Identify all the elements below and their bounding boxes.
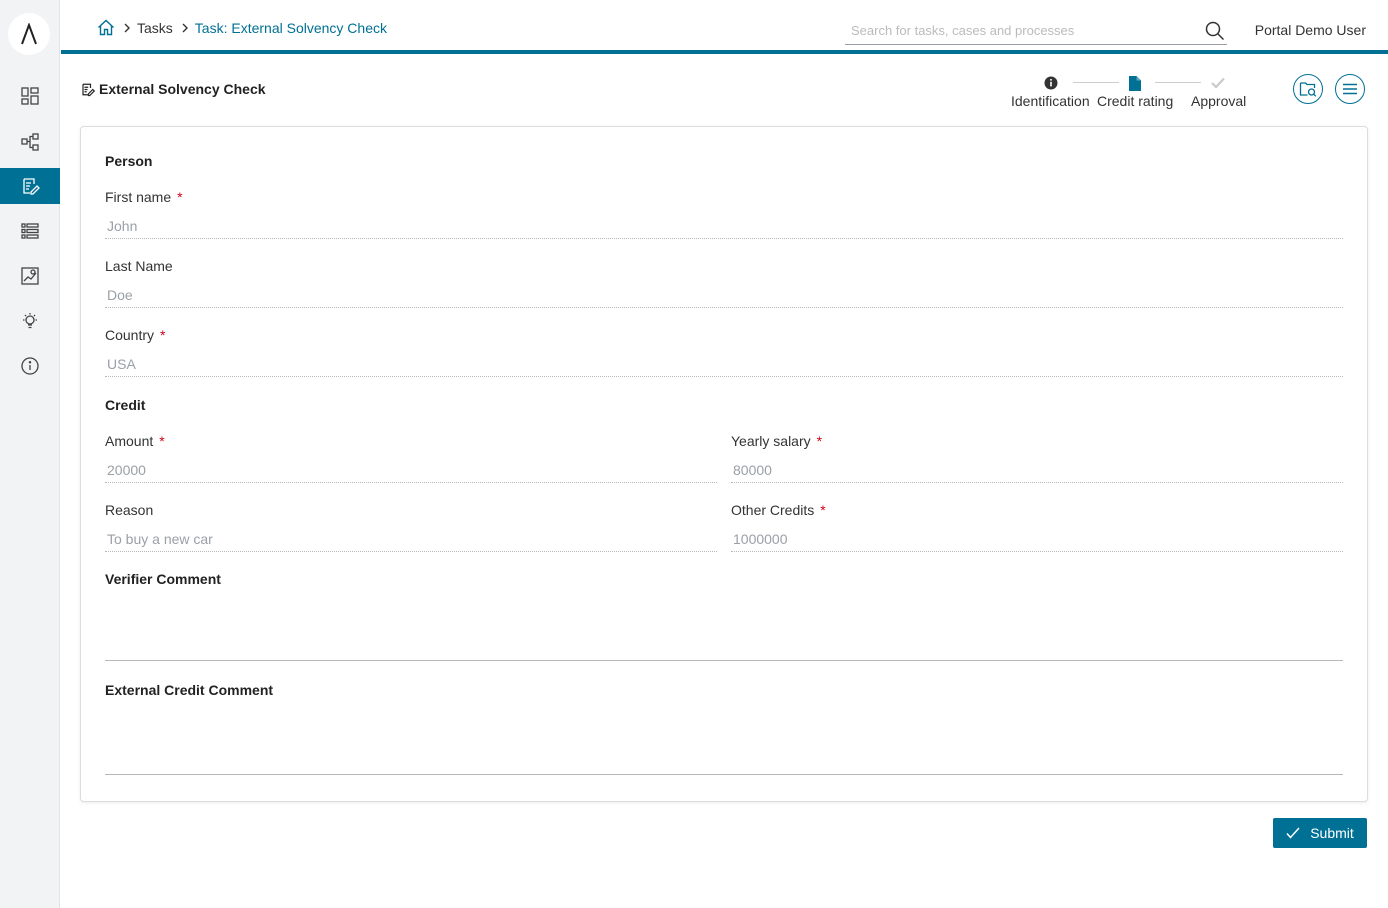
- top-bar: Tasks Task: External Solvency Check Port…: [61, 0, 1388, 54]
- info-icon: [1043, 75, 1059, 91]
- breadcrumb: Tasks Task: External Solvency Check: [97, 19, 387, 36]
- info-icon: [21, 357, 39, 375]
- sidebar-item-about[interactable]: [0, 348, 60, 384]
- first-name-input[interactable]: John: [105, 215, 1343, 239]
- process-icon: [21, 133, 39, 151]
- search-input[interactable]: [845, 18, 1185, 42]
- sidebar-item-processes[interactable]: [0, 124, 60, 160]
- document-icon: [1127, 75, 1143, 91]
- sidebar: [0, 0, 60, 908]
- task-icon: [23, 178, 40, 195]
- amount-input[interactable]: 20000: [105, 459, 717, 483]
- task-icon: [82, 83, 95, 96]
- yearly-salary-input[interactable]: 80000: [731, 459, 1343, 483]
- step-label-credit-rating: Credit rating: [1097, 93, 1174, 109]
- required-marker: *: [159, 433, 165, 449]
- idea-icon: [23, 313, 37, 329]
- home-icon[interactable]: [97, 19, 115, 36]
- other-credits-label: Other Credits *: [731, 502, 826, 518]
- logo-icon: [21, 23, 37, 45]
- reason-label: Reason: [105, 502, 154, 518]
- yearly-salary-label-text: Yearly salary: [731, 433, 811, 449]
- process-stepper: Identification Credit rating Approval: [1008, 72, 1258, 112]
- chevron-right-icon: [123, 23, 131, 33]
- section-title-external-credit-comment: External Credit Comment: [105, 682, 274, 698]
- sidebar-item-statistics[interactable]: [0, 258, 60, 294]
- app-logo[interactable]: [8, 13, 50, 55]
- required-marker: *: [816, 433, 823, 449]
- sidebar-item-cases[interactable]: [0, 213, 60, 249]
- required-marker: *: [820, 502, 826, 518]
- menu-button[interactable]: [1335, 74, 1365, 104]
- required-marker: *: [177, 189, 183, 205]
- search-icon[interactable]: [1205, 21, 1225, 46]
- folder-search-icon: [1299, 82, 1317, 97]
- last-name-label: Last Name: [105, 258, 173, 274]
- first-name-label-text: First name: [105, 189, 172, 205]
- reason-input[interactable]: To buy a new car: [105, 528, 717, 552]
- external-credit-comment-textarea[interactable]: [105, 707, 1343, 775]
- chevron-right-icon: [181, 23, 189, 33]
- first-name-label: First name *: [105, 189, 183, 205]
- stepper-connector: [1073, 82, 1119, 83]
- section-title-verifier-comment: Verifier Comment: [105, 571, 221, 587]
- statistics-icon: [21, 267, 39, 285]
- verifier-comment-textarea[interactable]: [105, 597, 1343, 661]
- breadcrumb-tasks[interactable]: Tasks: [137, 20, 173, 36]
- amount-label-text: Amount: [105, 433, 154, 449]
- sidebar-item-ideas[interactable]: [0, 303, 60, 339]
- section-title-person: Person: [105, 153, 153, 169]
- task-form: Person First name * John Last Name Doe Co…: [80, 126, 1368, 802]
- section-title-credit: Credit: [105, 397, 146, 413]
- breadcrumb-current[interactable]: Task: External Solvency Check: [195, 20, 387, 36]
- country-label-text: Country: [105, 327, 155, 343]
- country-input[interactable]: USA: [105, 353, 1343, 377]
- case-details-button[interactable]: [1293, 74, 1323, 104]
- other-credits-input[interactable]: 1000000: [731, 528, 1343, 552]
- dashboard-icon: [21, 87, 39, 105]
- check-icon: [1286, 827, 1300, 839]
- country-label: Country *: [105, 327, 165, 343]
- user-menu[interactable]: Portal Demo User: [1255, 22, 1366, 38]
- other-credits-label-text: Other Credits: [731, 502, 815, 518]
- stepper-connector: [1155, 82, 1201, 83]
- check-icon: [1210, 75, 1226, 91]
- hamburger-icon: [1343, 83, 1357, 95]
- sidebar-item-tasks[interactable]: [0, 168, 60, 204]
- page-title: External Solvency Check: [99, 81, 266, 97]
- sidebar-item-dashboard[interactable]: [0, 78, 60, 114]
- submit-button[interactable]: Submit: [1273, 818, 1367, 848]
- amount-label: Amount *: [105, 433, 165, 449]
- global-search: [845, 18, 1227, 45]
- submit-label: Submit: [1310, 825, 1354, 841]
- step-label-identification: Identification: [1011, 93, 1090, 109]
- task-header: External Solvency Check: [80, 81, 266, 97]
- yearly-salary-label: Yearly salary *: [731, 433, 822, 449]
- last-name-input[interactable]: Doe: [105, 284, 1343, 308]
- step-label-approval: Approval: [1191, 93, 1247, 109]
- case-list-icon: [21, 223, 39, 239]
- required-marker: *: [160, 327, 166, 343]
